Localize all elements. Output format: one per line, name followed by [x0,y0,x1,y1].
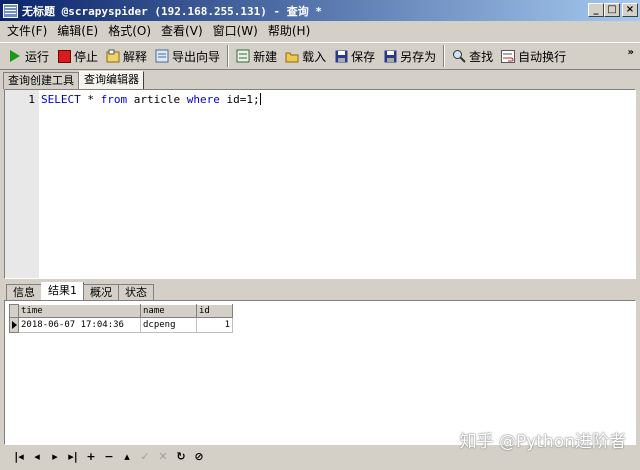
editor-tabs: 查询创建工具 查询编辑器 [0,71,640,89]
run-button[interactable]: 运行 [4,44,53,68]
new-query-icon [236,49,250,63]
sql-text: id=1; [219,93,260,106]
minimize-icon[interactable]: _ [588,3,604,17]
sql-keyword-select: SELECT [41,93,81,106]
table-row[interactable]: 2018-06-07 17:04:36 dcpeng 1 [9,317,233,333]
explain-button[interactable]: 解释 [102,44,151,68]
sql-keyword-from: from [100,93,128,106]
export-label: 导出向导 [172,49,221,64]
folder-icon [285,49,299,63]
new-button[interactable]: 新建 [232,44,281,68]
word-wrap-label: 自动换行 [518,49,567,64]
stop-label: 停止 [74,49,99,64]
cell-name[interactable]: dcpeng [140,317,197,333]
tab-info[interactable]: 信息 [6,284,42,300]
menu-view[interactable]: 查看(V) [156,22,208,40]
sql-line: SELECT * from article where id=1; [41,93,261,106]
menu-format[interactable]: 格式(O) [103,22,156,40]
tab-query-builder[interactable]: 查询创建工具 [3,72,79,89]
row-pointer-icon [12,321,17,329]
window-title: 无标题 @scrapyspider (192.168.255.131) - 查询… [22,4,323,18]
toolbar: 运行 停止 解释 导出向导 新建 载入 保存 另存为 查找 自动换行 » [0,42,640,70]
current-row-indicator [9,317,19,333]
results-panel: time name id 2018-06-07 17:04:36 dcpeng … [4,300,636,445]
sql-text: article [127,93,187,106]
export-wizard-button[interactable]: 导出向导 [151,44,224,68]
save-label: 保存 [351,49,376,64]
menu-window[interactable]: 窗口(W) [208,22,263,40]
menu-help[interactable]: 帮助(H) [263,22,315,40]
edit-record-icon[interactable]: ▴ [118,448,136,465]
post-edit-icon[interactable]: ✓ [136,448,154,465]
column-header-time[interactable]: time [18,304,141,318]
results-grid: time name id 2018-06-07 17:04:36 dcpeng … [9,304,233,333]
explain-icon [106,49,120,63]
delete-record-icon[interactable]: − [100,448,118,465]
title-bar: 无标题 @scrapyspider (192.168.255.131) - 查询… [0,0,640,21]
stop-query-icon[interactable]: ⊘ [190,448,208,465]
tab-result-1[interactable]: 结果1 [41,282,84,300]
load-label: 载入 [302,49,327,64]
cell-id[interactable]: 1 [196,317,233,333]
save-as-icon [383,49,397,63]
toolbar-overflow-icon[interactable]: » [628,47,634,58]
menu-bar: 文件(F) 编辑(E) 格式(O) 查看(V) 窗口(W) 帮助(H) [0,21,640,41]
save-as-button[interactable]: 另存为 [379,44,440,68]
find-button[interactable]: 查找 [448,44,497,68]
word-wrap-button[interactable]: 自动换行 [497,44,570,68]
close-icon[interactable]: × [622,3,638,17]
last-record-icon[interactable]: ▸| [64,448,82,465]
export-icon [155,49,169,63]
sql-editor[interactable]: 1 SELECT * from article where id=1; [4,89,636,279]
play-icon [8,49,22,63]
load-button[interactable]: 载入 [281,44,330,68]
toolbar-separator [443,45,446,67]
tab-status[interactable]: 状态 [118,284,154,300]
header-row: time name id [9,304,233,318]
first-record-icon[interactable]: |◂ [10,448,28,465]
save-as-label: 另存为 [400,49,437,64]
row-indicator-header [9,304,19,318]
line-number: 1 [28,93,35,106]
app-table-icon [3,3,18,18]
result-tabs: 信息 结果1 概况 状态 [4,282,636,300]
line-gutter: 1 [5,90,39,278]
cancel-edit-icon[interactable]: ✕ [154,448,172,465]
insert-record-icon[interactable]: + [82,448,100,465]
toolbar-separator [227,45,230,67]
cell-time[interactable]: 2018-06-07 17:04:36 [18,317,141,333]
word-wrap-icon [501,49,516,63]
column-header-name[interactable]: name [140,304,197,318]
menu-file[interactable]: 文件(F) [2,22,52,40]
tab-query-editor[interactable]: 查询编辑器 [79,71,144,89]
menu-edit[interactable]: 编辑(E) [52,22,103,40]
watermark: 知乎 @Python进阶者 [459,432,626,452]
maximize-icon[interactable]: □ [604,3,620,17]
stop-button[interactable]: 停止 [53,44,102,68]
run-label: 运行 [25,49,50,64]
next-record-icon[interactable]: ▸ [46,448,64,465]
new-label: 新建 [253,49,278,64]
column-header-id[interactable]: id [196,304,233,318]
refresh-icon[interactable]: ↻ [172,448,190,465]
sql-keyword-where: where [186,93,220,106]
save-button[interactable]: 保存 [330,44,379,68]
text-cursor [259,93,261,105]
save-icon [334,49,348,63]
explain-label: 解释 [123,49,148,64]
sql-text: * [80,93,101,106]
tab-profile[interactable]: 概况 [83,284,119,300]
stop-icon [57,49,71,63]
prior-record-icon[interactable]: ◂ [28,448,46,465]
find-label: 查找 [469,49,494,64]
magnifier-icon [452,49,466,63]
window-controls: _ □ × [588,3,638,17]
